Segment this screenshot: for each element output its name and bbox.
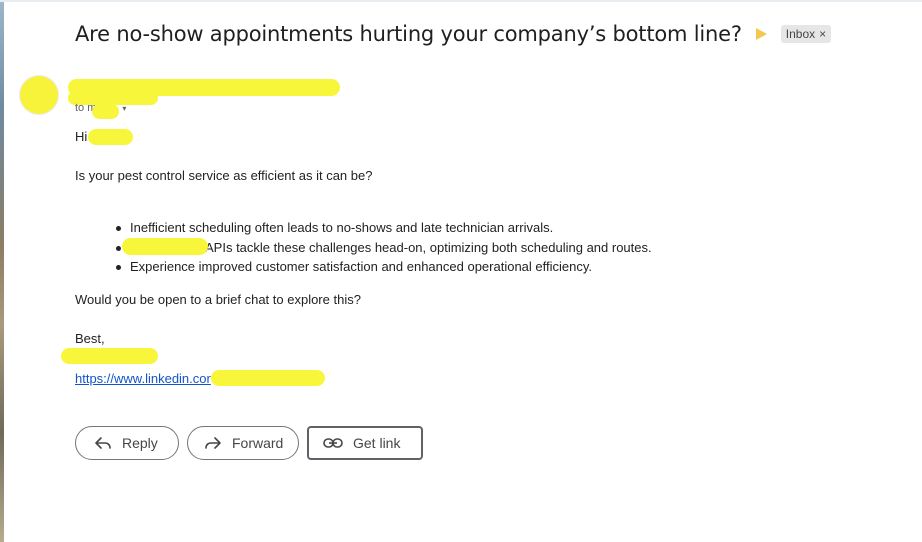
get-link-button[interactable]: Get link <box>307 426 423 460</box>
list-item-text: APIs tackle these challenges head-on, op… <box>205 239 652 255</box>
show-details-icon[interactable]: ▾ <box>122 104 126 113</box>
remove-label-icon[interactable]: × <box>819 27 826 41</box>
subject-row: Are no-show appointments hurting your co… <box>75 22 832 46</box>
redacted-signature <box>61 348 158 364</box>
sender-avatar[interactable] <box>20 76 58 114</box>
email-subject: Are no-show appointments hurting your co… <box>75 22 742 46</box>
reply-button[interactable]: Reply <box>75 426 179 460</box>
redacted-link-tail <box>211 370 325 386</box>
list-item: Experience improved customer satisfactio… <box>116 257 652 277</box>
forward-label: Forward <box>232 435 284 451</box>
reply-icon <box>94 436 112 450</box>
intro-line: Is your pest control service as efficien… <box>75 168 373 183</box>
importance-marker-icon[interactable] <box>755 28 767 40</box>
window-edge <box>0 0 4 542</box>
inbox-label-chip: Inbox × <box>780 25 832 43</box>
forward-icon <box>204 436 222 450</box>
list-item: APIs tackle these challenges head-on, op… <box>116 238 652 258</box>
label-chip-text: Inbox <box>785 27 816 41</box>
redacted-recipient-name <box>88 129 133 145</box>
linkedin-link[interactable]: https://www.linkedin.cor <box>75 371 211 386</box>
list-item: Inefficient scheduling often leads to no… <box>116 218 652 238</box>
forward-button[interactable]: Forward <box>187 426 299 460</box>
link-icon <box>323 437 343 449</box>
redacted-recipient <box>92 104 119 119</box>
message-actions: Reply Forward Get link <box>75 426 423 460</box>
question-line: Would you be open to a brief chat to exp… <box>75 292 361 307</box>
greeting: Hi <box>75 129 88 144</box>
reply-label: Reply <box>122 435 158 451</box>
get-link-label: Get link <box>353 435 401 451</box>
redacted-company-name <box>122 238 208 255</box>
signoff: Best, <box>75 331 105 346</box>
top-divider <box>0 0 922 2</box>
